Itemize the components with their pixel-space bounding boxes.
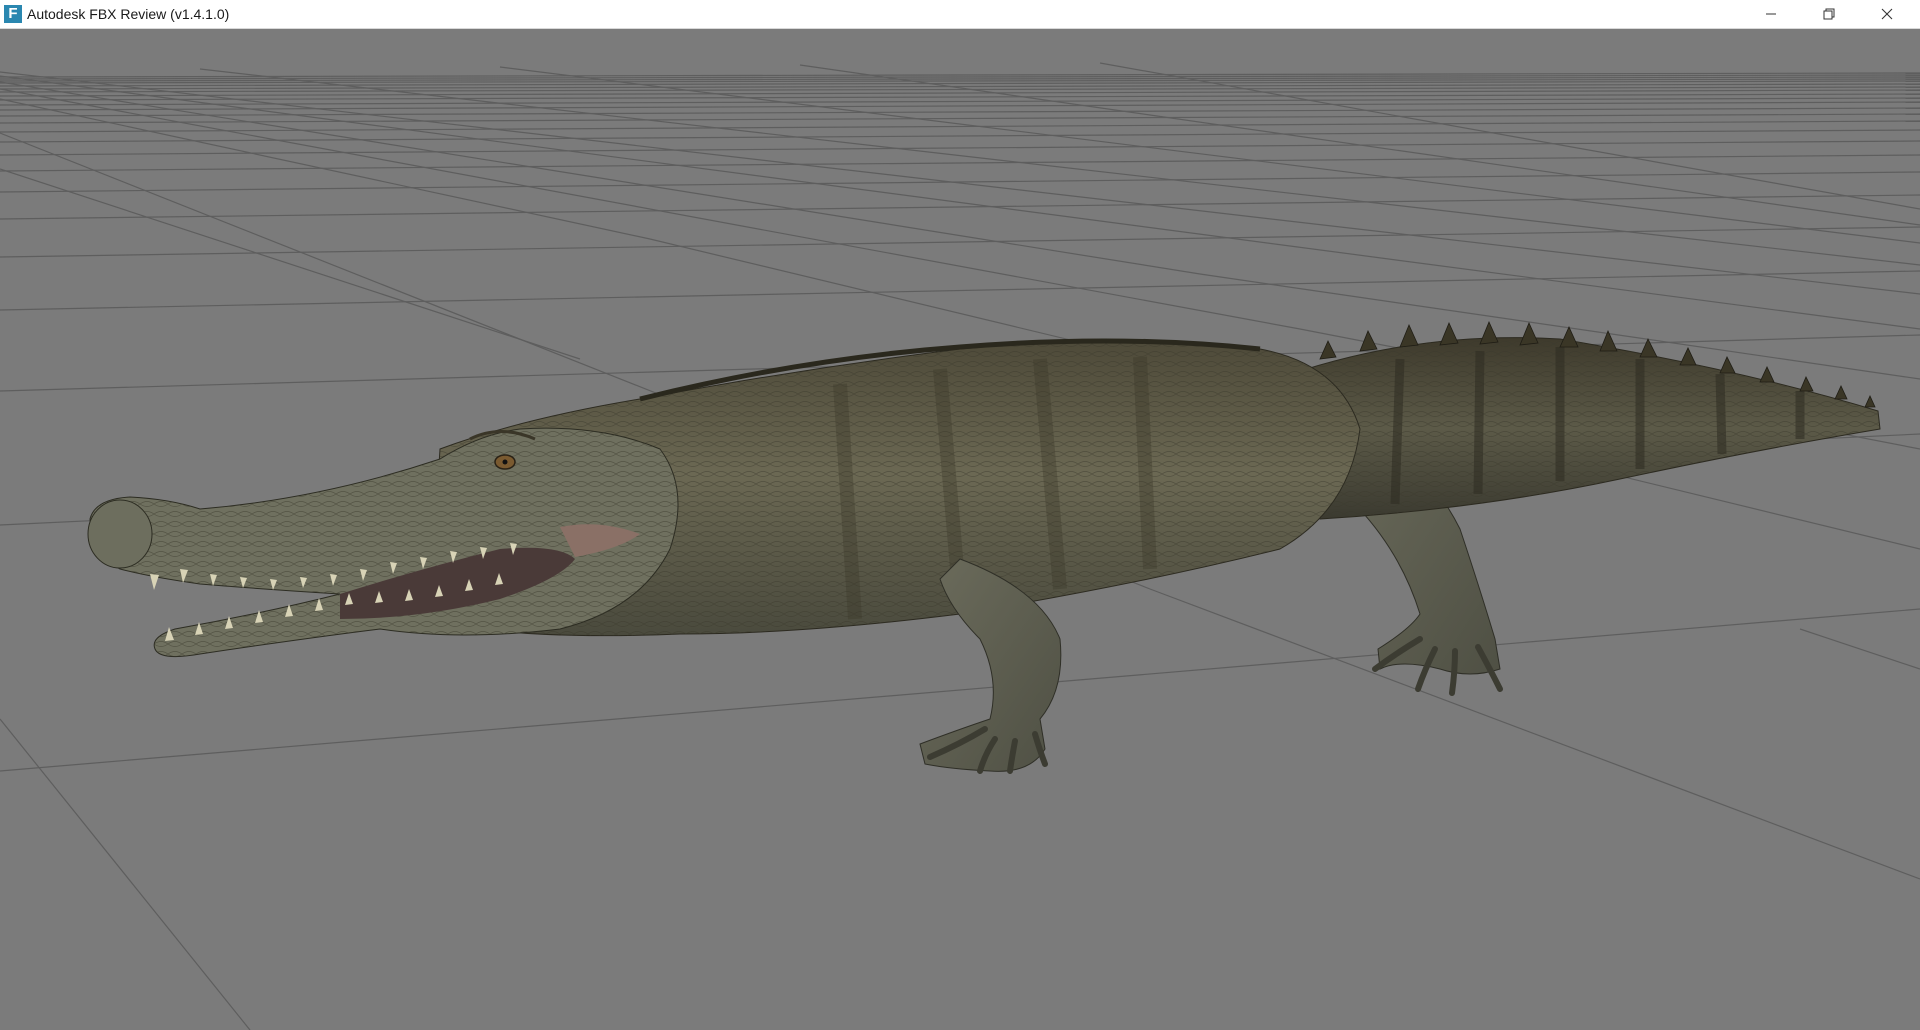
minimize-icon <box>1766 13 1776 15</box>
restore-button[interactable] <box>1806 0 1852 29</box>
minimize-button[interactable] <box>1748 0 1794 29</box>
window-title: Autodesk FBX Review (v1.4.1.0) <box>27 6 230 22</box>
fbx-review-app-icon[interactable]: F <box>4 5 22 23</box>
close-button[interactable] <box>1864 0 1910 29</box>
close-icon <box>1881 8 1893 20</box>
restore-icon <box>1823 8 1835 20</box>
scene-canvas <box>0 62 1920 1030</box>
3d-viewport[interactable] <box>0 29 1920 1030</box>
title-bar[interactable]: F Autodesk FBX Review (v1.4.1.0) <box>0 0 1920 29</box>
crocodile-model[interactable] <box>87 320 1881 774</box>
fbx-review-window: F Autodesk FBX Review (v1.4.1.0) <box>0 0 1920 1030</box>
